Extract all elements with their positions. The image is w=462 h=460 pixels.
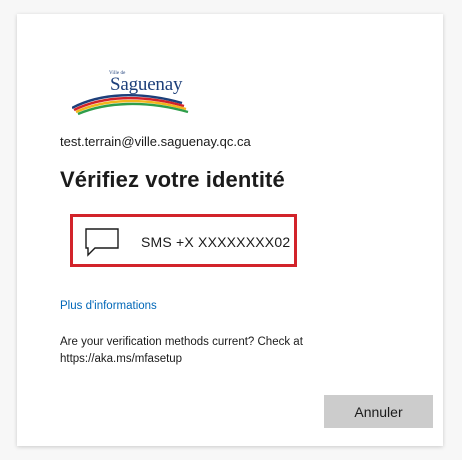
signin-card: Ville de Saguenay test.terrain@ville.sag… xyxy=(17,14,443,446)
page-title: Vérifiez votre identité xyxy=(60,167,285,192)
cancel-button[interactable]: Annuler xyxy=(324,395,433,428)
page-background: Ville de Saguenay test.terrain@ville.sag… xyxy=(0,0,462,460)
chat-bubble-icon xyxy=(84,227,120,257)
verification-methods-notice: Are your verification methods current? C… xyxy=(60,336,303,365)
organization-logo: Ville de Saguenay xyxy=(72,66,192,116)
sms-method-label: SMS +X XXXXXXXX02 xyxy=(141,234,291,250)
account-email: test.terrain@ville.saguenay.qc.ca xyxy=(60,134,251,149)
logo-name: Saguenay xyxy=(110,74,183,95)
sms-method-option[interactable]: SMS +X XXXXXXXX02 xyxy=(70,214,297,267)
more-info-link[interactable]: Plus d'informations xyxy=(60,300,157,312)
